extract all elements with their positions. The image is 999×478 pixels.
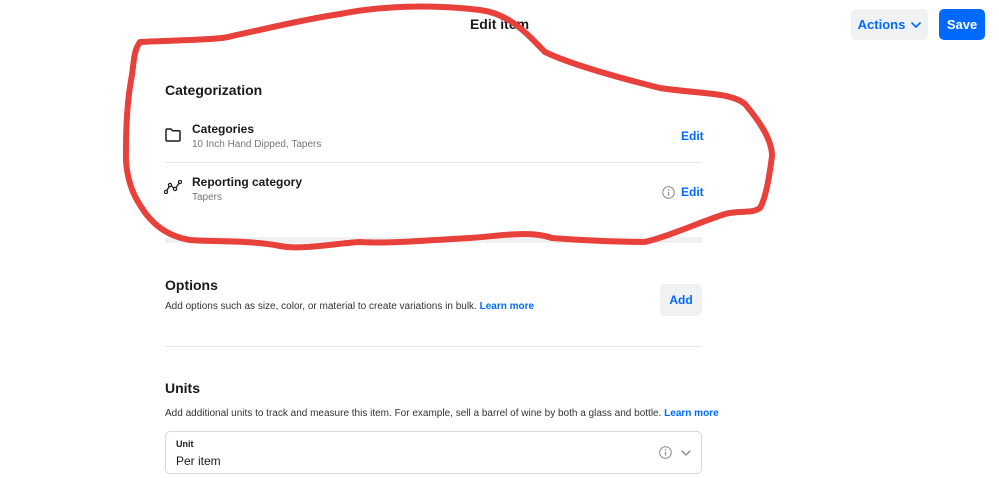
section-separator [165, 237, 702, 243]
actions-label: Actions [857, 17, 906, 32]
chevron-down-icon [911, 21, 922, 28]
options-description-text: Add options such as size, color, or mate… [165, 301, 477, 312]
folder-icon [165, 128, 181, 142]
categories-edit-link[interactable]: Edit [681, 129, 704, 143]
chevron-down-icon [681, 450, 691, 456]
unit-field-value: Per item [176, 454, 221, 468]
categorization-title: Categorization [165, 82, 263, 98]
reporting-chart-icon [164, 180, 182, 194]
unit-select[interactable]: Unit Per item [165, 431, 702, 474]
reporting-category-value: Tapers [192, 192, 223, 203]
page-title: Edit item [469, 16, 530, 32]
divider [165, 346, 702, 347]
options-description: Add options such as size, color, or mate… [165, 301, 534, 312]
units-description-text: Add additional units to track and measur… [165, 408, 662, 419]
units-learn-more-link[interactable]: Learn more [664, 408, 718, 419]
reporting-category-edit-link[interactable]: Edit [681, 185, 704, 199]
options-learn-more-link[interactable]: Learn more [480, 301, 534, 312]
add-option-button[interactable]: Add [660, 284, 702, 316]
save-button[interactable]: Save [939, 9, 985, 40]
divider [165, 162, 702, 163]
reporting-category-label: Reporting category [192, 175, 303, 189]
categories-value: 10 Inch Hand Dipped, Tapers [192, 139, 322, 150]
unit-field-label: Unit [176, 439, 194, 449]
categories-label: Categories [192, 122, 255, 136]
units-title: Units [165, 380, 200, 396]
info-icon[interactable] [659, 446, 672, 459]
info-icon[interactable] [662, 186, 675, 199]
actions-button[interactable]: Actions [851, 9, 928, 40]
units-description: Add additional units to track and measur… [165, 408, 719, 419]
options-title: Options [165, 277, 218, 293]
